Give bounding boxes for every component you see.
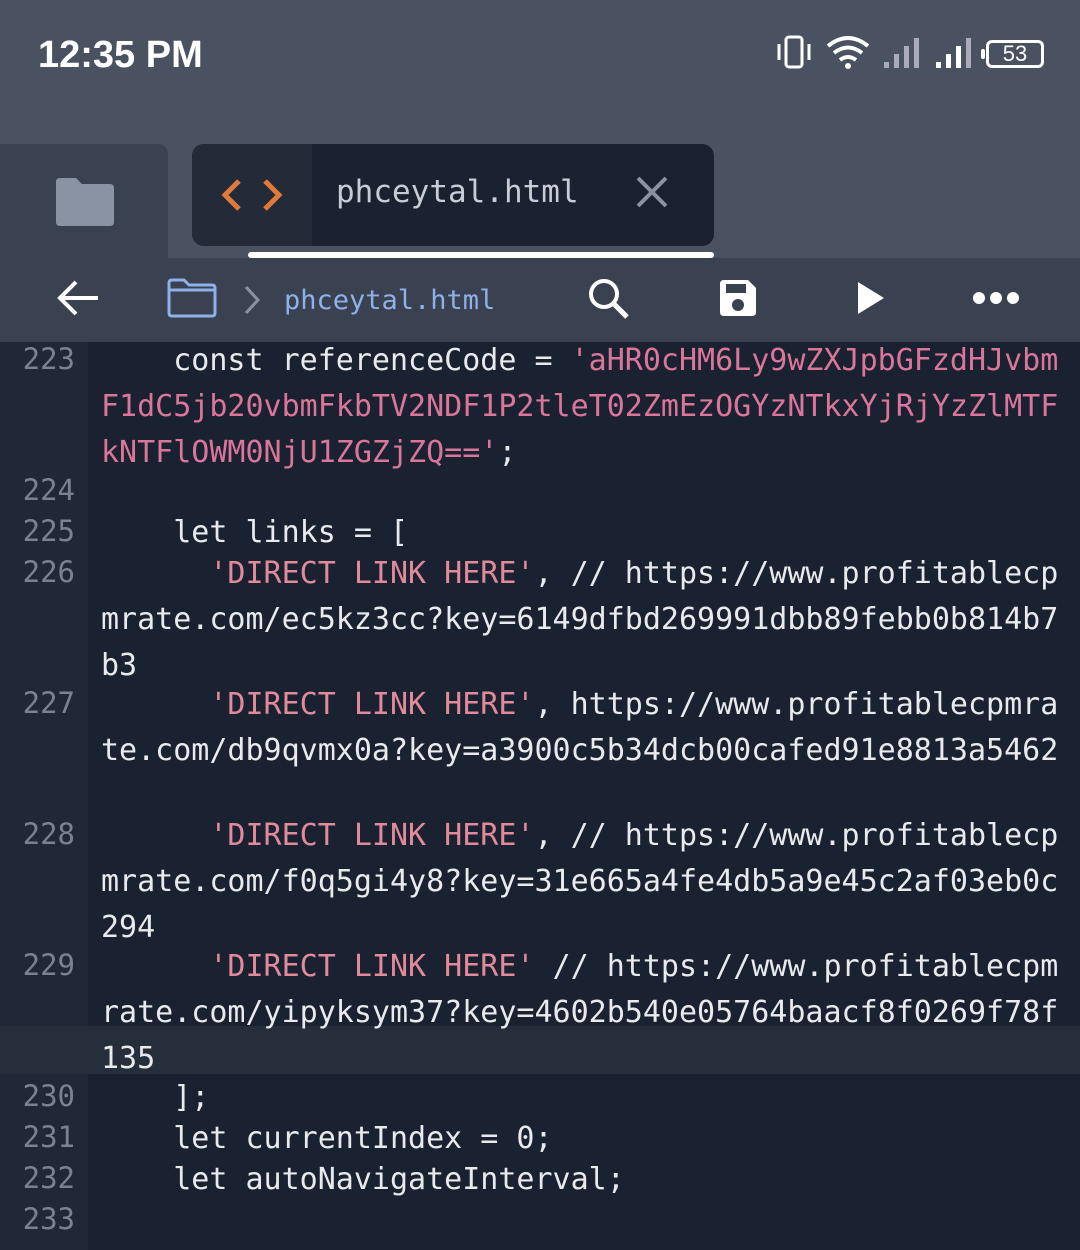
line-number: 229: [22, 948, 75, 982]
code-text[interactable]: let currentIndex = 0;: [101, 1116, 1071, 1162]
more-button[interactable]: [972, 258, 1020, 342]
line-number: 225: [22, 514, 75, 548]
code-editor[interactable]: 223 const referenceCode = 'aHR0cHM6Ly9wZ…: [0, 342, 1080, 1250]
line-number: 224: [22, 473, 75, 507]
battery-icon: 53: [981, 40, 1044, 68]
code-text[interactable]: let autoNavigateInterval;: [101, 1157, 1071, 1203]
play-icon: [854, 278, 888, 323]
line-number: 226: [22, 555, 75, 589]
breadcrumb-folder[interactable]: [166, 258, 218, 342]
close-icon[interactable]: [632, 172, 672, 217]
code-text[interactable]: const referenceCode = 'aHR0cHM6Ly9wZXJpb…: [101, 342, 1071, 476]
line-number: 228: [22, 817, 75, 851]
status-icons: 53: [774, 34, 1044, 74]
folder-icon: [54, 176, 116, 233]
chevron-right-icon: [242, 258, 262, 342]
save-icon: [716, 276, 760, 325]
code-text[interactable]: 'DIRECT LINK HERE', // https://www.profi…: [101, 551, 1071, 689]
code-text[interactable]: 'DIRECT LINK HERE', // https://www.profi…: [101, 813, 1071, 951]
back-arrow-icon: [56, 278, 100, 323]
vibrate-icon: [774, 34, 814, 75]
status-time: 12:35 PM: [38, 34, 203, 76]
breadcrumb-file-name: phceytal.html: [284, 284, 496, 316]
line-number: 230: [22, 1079, 75, 1113]
run-button[interactable]: [854, 258, 888, 342]
wifi-icon: [824, 34, 872, 75]
code-text[interactable]: 'DIRECT LINK HERE', https://www.profitab…: [101, 682, 1071, 774]
save-button[interactable]: [716, 258, 760, 342]
code-icon: [192, 144, 312, 246]
status-bar: 12:35 PM 53: [0, 0, 1080, 110]
line-number: 232: [22, 1161, 75, 1195]
code-text[interactable]: 'DIRECT LINK HERE' // https://www.profit…: [101, 944, 1071, 1082]
signal-icon: [934, 34, 976, 75]
breadcrumb-file[interactable]: phceytal.html: [284, 258, 495, 342]
file-browser-tab[interactable]: [0, 144, 168, 258]
tab-bar: phceytal.html: [0, 110, 1080, 258]
code-text[interactable]: let links = [: [101, 510, 1071, 556]
more-icon: [972, 291, 1020, 310]
line-number: 231: [22, 1120, 75, 1154]
search-button[interactable]: [586, 258, 630, 342]
tab-active-file[interactable]: phceytal.html: [192, 144, 714, 246]
search-icon: [586, 276, 630, 325]
folder-outline-icon: [166, 277, 218, 324]
signal-icon: [882, 34, 924, 75]
line-number: 223: [22, 342, 75, 376]
code-text[interactable]: ];: [101, 1075, 1071, 1121]
editor-toolbar: phceytal.html: [0, 258, 1080, 342]
line-number: 227: [22, 686, 75, 720]
tab-file-name: phceytal.html: [336, 174, 579, 210]
line-number: 233: [22, 1202, 75, 1236]
back-button[interactable]: [56, 258, 100, 342]
